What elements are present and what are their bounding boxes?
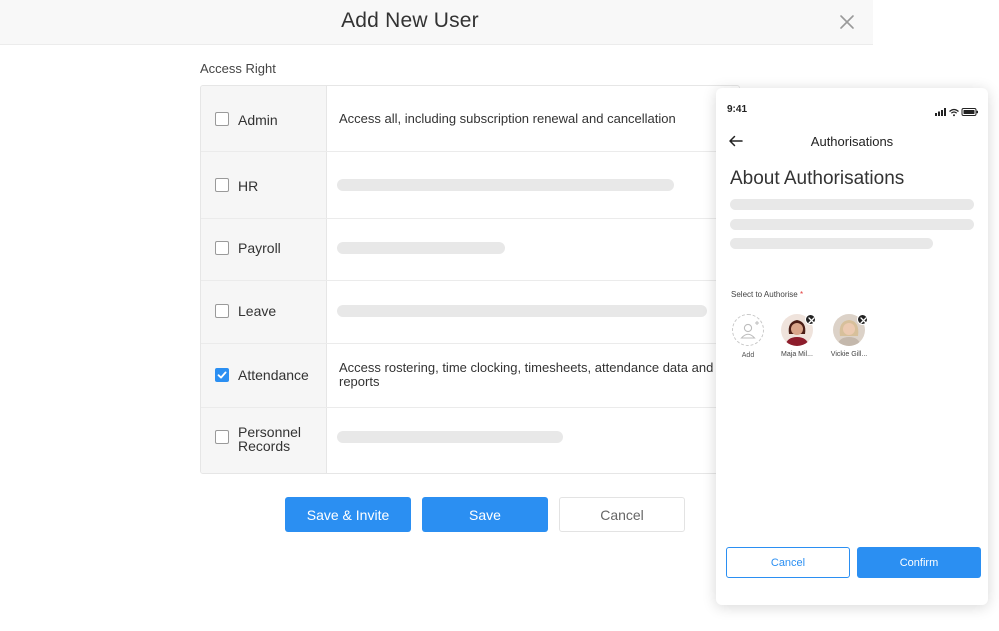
battery-icon bbox=[961, 108, 978, 116]
row-divider bbox=[201, 280, 739, 281]
status-time: 9:41 bbox=[727, 104, 748, 115]
leave-checkbox[interactable] bbox=[215, 304, 229, 318]
close-icon bbox=[808, 317, 815, 324]
mobile-authorisations-panel: 9:41 Authorisations About Authorisations… bbox=[716, 88, 988, 605]
personnel-records-label-line2: Records bbox=[238, 438, 291, 454]
cancel-button[interactable]: Cancel bbox=[559, 497, 685, 532]
person-name: Maja Mil... bbox=[781, 351, 813, 358]
text-placeholder bbox=[730, 199, 974, 210]
attendance-checkbox[interactable] bbox=[215, 368, 229, 382]
attendance-label: Attendance bbox=[238, 367, 309, 383]
payroll-description-placeholder bbox=[337, 242, 505, 254]
add-user-icon bbox=[740, 321, 759, 339]
select-label-text: Select to Authorise bbox=[731, 290, 798, 299]
row-divider bbox=[201, 218, 739, 219]
person-name: Vickie Gill... bbox=[830, 351, 868, 358]
close-icon bbox=[860, 317, 867, 324]
status-icons bbox=[935, 104, 979, 122]
access-rights-table: Admin Access all, including subscription… bbox=[200, 85, 740, 474]
add-person-button[interactable] bbox=[732, 314, 764, 346]
personnel-records-label-line1: Personnel bbox=[238, 424, 302, 440]
close-icon bbox=[840, 15, 854, 29]
close-button[interactable] bbox=[836, 11, 858, 33]
wifi-icon bbox=[949, 108, 959, 117]
row-divider bbox=[201, 407, 739, 408]
row-divider bbox=[201, 343, 739, 344]
add-label: Add bbox=[741, 352, 755, 359]
admin-checkbox[interactable] bbox=[215, 112, 229, 126]
checkmark-icon bbox=[217, 371, 227, 379]
text-placeholder bbox=[730, 238, 933, 249]
hr-label: HR bbox=[238, 178, 259, 194]
admin-description: Access all, including subscription renew… bbox=[339, 111, 676, 126]
save-and-invite-button[interactable]: Save & Invite bbox=[285, 497, 411, 532]
remove-person-button[interactable] bbox=[805, 314, 816, 325]
select-to-authorise-label: Select to Authorise * bbox=[731, 290, 803, 299]
hr-description-placeholder bbox=[337, 179, 674, 191]
leave-label: Leave bbox=[238, 303, 277, 319]
personnel-records-checkbox[interactable] bbox=[215, 430, 229, 444]
dialog-header: Add New User bbox=[0, 0, 873, 45]
signal-icon bbox=[935, 108, 946, 116]
nav-title: Authorisations bbox=[810, 134, 894, 149]
about-heading: About Authorisations bbox=[730, 168, 905, 189]
phone-confirm-button[interactable]: Confirm bbox=[857, 547, 981, 578]
leave-description-placeholder bbox=[337, 305, 707, 317]
section-label-access-right: Access Right bbox=[200, 61, 276, 76]
admin-label: Admin bbox=[238, 112, 278, 128]
remove-person-button[interactable] bbox=[857, 314, 868, 325]
text-placeholder bbox=[730, 219, 974, 230]
save-button[interactable]: Save bbox=[422, 497, 548, 532]
payroll-checkbox[interactable] bbox=[215, 241, 229, 255]
dialog-title: Add New User bbox=[341, 9, 479, 32]
payroll-label: Payroll bbox=[238, 240, 281, 256]
row-divider bbox=[201, 151, 739, 152]
attendance-description: Access rostering, time clocking, timeshe… bbox=[339, 360, 714, 389]
personnel-records-description-placeholder bbox=[337, 431, 563, 443]
required-mark: * bbox=[799, 290, 804, 299]
hr-checkbox[interactable] bbox=[215, 178, 229, 192]
phone-cancel-button[interactable]: Cancel bbox=[726, 547, 850, 578]
